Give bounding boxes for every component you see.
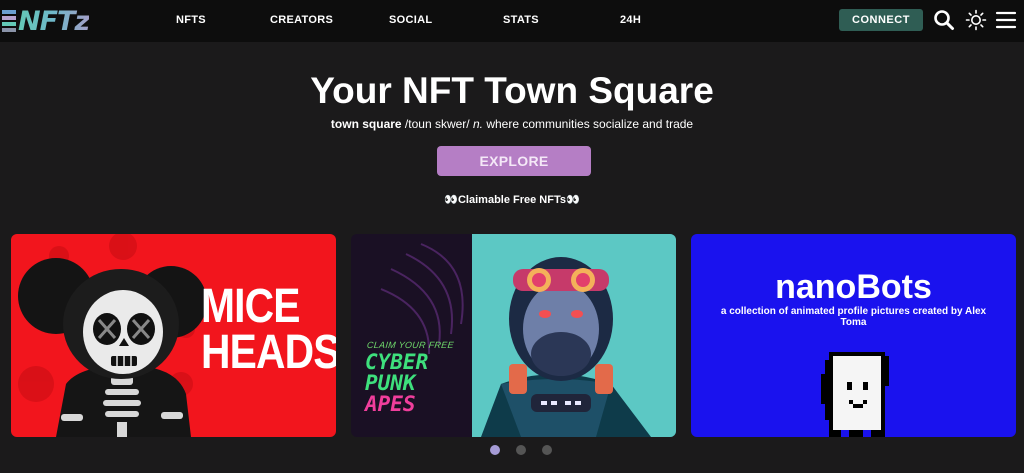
hero-part-of-speech: n. bbox=[472, 117, 483, 131]
nav-link-24h[interactable]: 24H bbox=[620, 14, 641, 26]
cyber-title-line3: APES bbox=[365, 392, 416, 416]
menu-icon[interactable] bbox=[994, 8, 1018, 32]
nanobots-description: a collection of animated profile picture… bbox=[720, 306, 987, 328]
sun-icon[interactable] bbox=[964, 8, 988, 32]
logo-mark-icon bbox=[2, 10, 16, 32]
carousel-card-nanobots[interactable]: nanoBots a collection of animated profil… bbox=[691, 234, 1016, 437]
carousel-card-mice-heads[interactable]: MICE HEADS bbox=[11, 234, 336, 437]
cyber-title-line2: PUNK bbox=[365, 371, 416, 395]
nanobots-title: nanoBots bbox=[775, 268, 932, 306]
hero-term: town square bbox=[330, 117, 402, 131]
carousel-card-cyber-punk-apes[interactable]: CLAIM YOUR FREE CYBER PUNK APES bbox=[351, 234, 676, 437]
carousel-dot-1[interactable] bbox=[490, 445, 500, 455]
mice-heads-title-line1: MICE bbox=[201, 280, 300, 333]
logo-text: NFTz bbox=[18, 5, 90, 37]
explore-button[interactable]: EXPLORE bbox=[437, 146, 591, 176]
connect-button[interactable]: CONNECT bbox=[839, 9, 923, 31]
carousel-dot-2[interactable] bbox=[516, 445, 526, 455]
hero-definition: town square /toun skwer/ n. where commun… bbox=[0, 117, 1024, 131]
nav-link-creators[interactable]: CREATORS bbox=[270, 14, 333, 26]
cyber-claim-label: CLAIM YOUR FREE bbox=[366, 340, 455, 350]
cyber-title-line1: CYBER bbox=[365, 350, 429, 374]
nanobot-pixel-character bbox=[821, 352, 889, 437]
brand-logo[interactable]: NFTz bbox=[2, 5, 90, 37]
claimable-free-nfts-label: 👀Claimable Free NFTs👀 bbox=[444, 194, 580, 206]
mice-heads-title: MICE HEADS bbox=[201, 280, 336, 379]
hero-title: Your NFT Town Square bbox=[310, 70, 714, 111]
nav-link-social[interactable]: SOCIAL bbox=[389, 14, 432, 26]
top-navbar: NFTz NFTS CREATORS SOCIAL STATS 24H CONN… bbox=[0, 0, 1024, 42]
hero-pronunciation: /toun skwer/ bbox=[401, 117, 473, 131]
search-icon[interactable] bbox=[932, 8, 956, 32]
mice-heads-title-line2: HEADS bbox=[201, 326, 336, 379]
cyber-punk-apes-title: CYBER PUNK APES bbox=[365, 352, 428, 415]
hero-definition-text: where communities socialize and trade bbox=[482, 117, 694, 131]
nav-link-nfts[interactable]: NFTS bbox=[176, 14, 206, 26]
carousel-dot-3[interactable] bbox=[542, 445, 552, 455]
nav-link-stats[interactable]: STATS bbox=[503, 14, 539, 26]
